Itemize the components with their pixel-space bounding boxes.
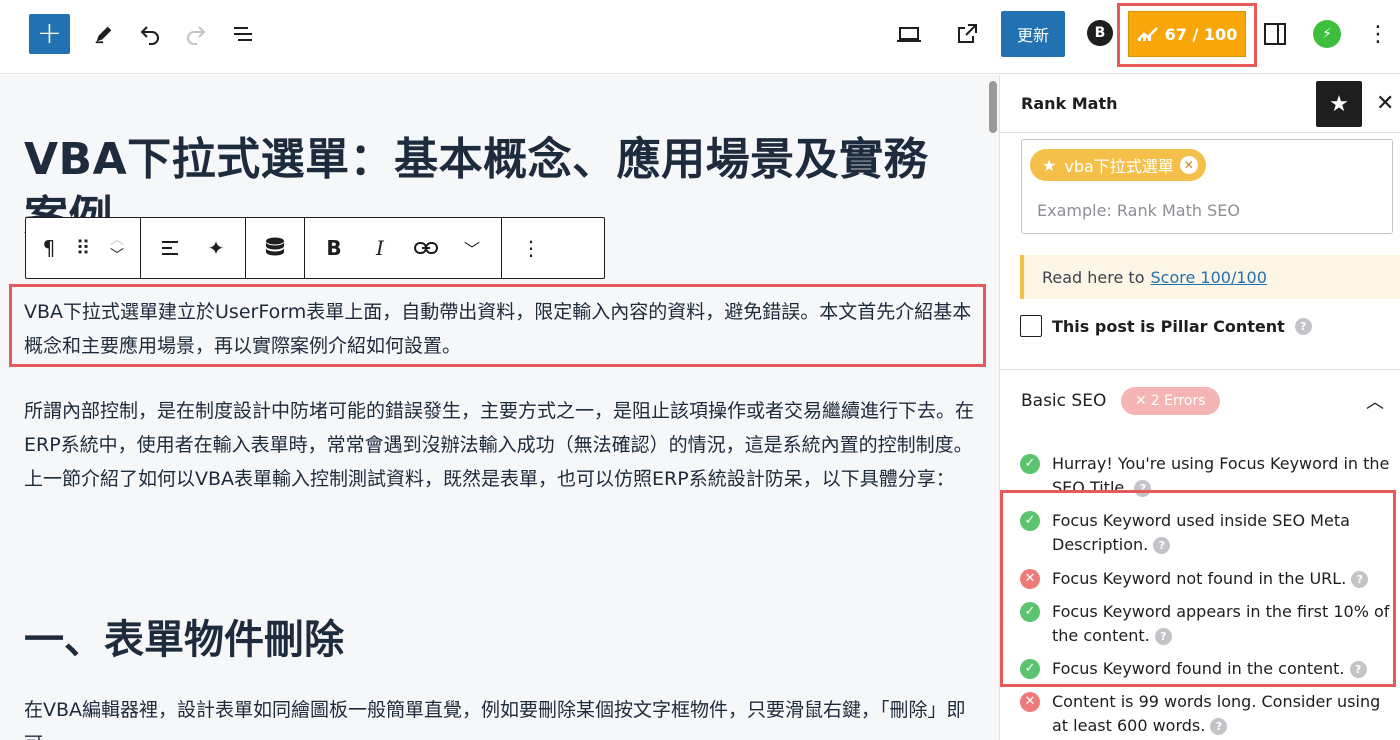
italic-icon[interactable]: I xyxy=(357,218,403,278)
align-left-icon[interactable] xyxy=(147,218,193,278)
score-100-link[interactable]: Score 100/100 xyxy=(1151,268,1267,287)
pencil-tools-icon[interactable] xyxy=(86,16,122,52)
jetpack-bolt-icon[interactable]: ⚡ xyxy=(1313,20,1341,48)
score-highlight-annotation xyxy=(1117,3,1257,67)
block-options-icon[interactable]: ⋮ xyxy=(508,218,554,278)
pin-star-icon[interactable]: ★ xyxy=(1316,81,1362,127)
close-icon[interactable]: ✕ xyxy=(1376,91,1394,116)
view-post-external-icon[interactable] xyxy=(949,16,985,52)
intro-paragraph-highlight-annotation xyxy=(9,284,986,367)
sidebar-toggle-icon[interactable] xyxy=(1257,16,1293,52)
seo-check-text: Content is 99 words long. Consider using… xyxy=(1052,692,1381,735)
keyword-star-icon: ★ xyxy=(1042,155,1057,175)
move-up-down-icon[interactable]: ︿ ﹀ xyxy=(100,218,134,278)
section-paragraph[interactable]: 在VBA編輯器裡，設計表單如同繪圖板一般簡單直覺，例如要刪除某個按文字框物件，只… xyxy=(24,693,974,740)
seo-check-item: ✕ Content is 99 words long. Consider usi… xyxy=(1020,690,1390,738)
editor-top-toolbar: + 更新 B 67 / 100 ⚡ ⋮ xyxy=(0,0,1400,74)
seo-checks-highlight-annotation xyxy=(1000,490,1396,687)
block-toolbar: ¶ ⠿ ︿ ﹀ ✦ B I ﹀ ⋮ xyxy=(25,217,605,279)
check-fail-icon: ✕ xyxy=(1020,692,1040,712)
sidebar-title: Rank Math xyxy=(1021,94,1118,113)
focus-keyword-field[interactable]: ★ vba下拉式選單 ✕ Example: Rank Math SEO xyxy=(1021,139,1393,234)
check-pass-icon: ✓ xyxy=(1020,454,1040,474)
pillar-content-label: This post is Pillar Content xyxy=(1052,316,1285,336)
pillar-content-checkbox[interactable] xyxy=(1020,315,1042,337)
remove-keyword-icon[interactable]: ✕ xyxy=(1179,156,1198,174)
more-options-icon[interactable]: ⋮ xyxy=(1360,16,1396,52)
undo-icon[interactable] xyxy=(132,16,168,52)
focus-keyword-tag[interactable]: ★ vba下拉式選單 ✕ xyxy=(1030,149,1206,181)
help-icon[interactable]: ? xyxy=(1210,718,1228,735)
plugin-b-icon[interactable]: B xyxy=(1087,20,1113,46)
errors-count-label: 2 Errors xyxy=(1150,393,1206,409)
ai-sparkle-icon[interactable]: ✦ xyxy=(193,218,239,278)
score-tip-notice: Read here to Score 100/100 xyxy=(1020,255,1400,299)
bold-icon[interactable]: B xyxy=(311,218,357,278)
sidebar-header: Rank Math ★ ✕ xyxy=(1000,75,1400,133)
body-paragraph[interactable]: 所謂內部控制，是在制度設計中防堵可能的錯誤發生，主要方式之一，是阻止該項操作或者… xyxy=(24,394,974,496)
database-icon[interactable] xyxy=(252,218,298,278)
link-icon[interactable] xyxy=(403,218,449,278)
pillar-content-option[interactable]: This post is Pillar Content ? xyxy=(1020,315,1312,337)
basic-seo-heading[interactable]: Basic SEO xyxy=(1021,391,1106,411)
score-tip-text: Read here to xyxy=(1042,267,1145,287)
canvas-scrollbar[interactable] xyxy=(987,75,999,740)
section-heading[interactable]: 一、表單物件刪除 xyxy=(24,607,344,665)
scroll-thumb[interactable] xyxy=(989,81,997,133)
more-formats-chevron-icon[interactable]: ﹀ xyxy=(449,218,495,278)
focus-keyword-text: vba下拉式選單 xyxy=(1064,157,1174,176)
preview-device-icon[interactable] xyxy=(891,16,927,52)
redo-icon[interactable] xyxy=(178,16,214,52)
collapse-chevron-icon[interactable]: ︿ xyxy=(1366,388,1384,414)
editor-canvas[interactable]: VBA下拉式選單：基本概念、應用場景及實務案例 ¶ ⠿ ︿﹀ ✦ B I ﹀ xyxy=(0,75,987,740)
update-button[interactable]: 更新 xyxy=(1001,11,1065,57)
block-inserter-button[interactable]: + xyxy=(29,14,70,54)
error-x-icon: ✕ xyxy=(1135,393,1147,409)
help-icon[interactable]: ? xyxy=(1294,317,1312,335)
section-divider xyxy=(1000,369,1400,370)
paragraph-block-icon[interactable]: ¶ xyxy=(32,218,66,278)
keyword-input-placeholder[interactable]: Example: Rank Math SEO xyxy=(1037,201,1240,220)
errors-badge: ✕ 2 Errors xyxy=(1121,387,1220,415)
document-overview-icon[interactable] xyxy=(225,16,261,52)
drag-handle-icon[interactable]: ⠿ xyxy=(66,218,100,278)
